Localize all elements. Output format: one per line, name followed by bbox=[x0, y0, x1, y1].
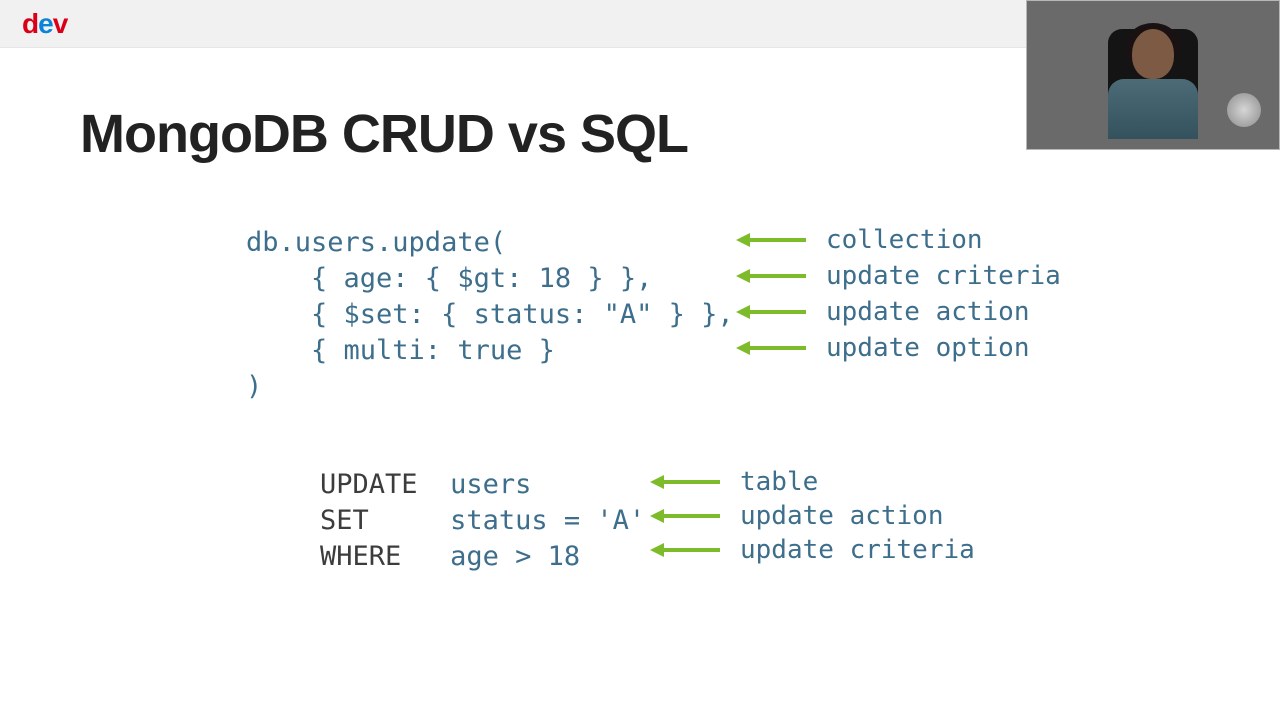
annotation-collection: collection bbox=[736, 222, 983, 258]
logo-letter-e: e bbox=[38, 8, 53, 39]
sql-value-where: age > 18 bbox=[450, 541, 580, 572]
sql-keyword-where: WHERE bbox=[320, 541, 401, 572]
annotation-update-criteria: update criteria bbox=[736, 258, 1061, 294]
sql-code-block: UPDATE users SET status = 'A' WHERE age … bbox=[320, 467, 1280, 575]
logo-letter-d: d bbox=[22, 8, 38, 39]
arrow-left-icon bbox=[736, 339, 808, 357]
annotation-update-option: update option bbox=[736, 330, 1030, 366]
sql-keyword-update: UPDATE bbox=[320, 469, 418, 500]
annotation-table: table bbox=[650, 464, 818, 500]
arrow-left-icon bbox=[736, 267, 808, 285]
logo-letter-v: v bbox=[53, 8, 68, 39]
sql-keyword-set: SET bbox=[320, 505, 369, 536]
dev-logo: dev bbox=[22, 8, 67, 40]
annotation-update-action: update action bbox=[736, 294, 1030, 330]
arrow-left-icon bbox=[650, 541, 722, 559]
annotation-label: table bbox=[740, 464, 818, 500]
annotation-label: update action bbox=[740, 498, 944, 534]
annotation-sql-update-criteria: update criteria bbox=[650, 532, 975, 568]
arrow-left-icon bbox=[736, 303, 808, 321]
slide-title: MongoDB CRUD vs SQL bbox=[80, 103, 1280, 165]
sql-value-table: users bbox=[450, 469, 531, 500]
annotation-label: collection bbox=[826, 222, 983, 258]
annotation-sql-update-action: update action bbox=[650, 498, 944, 534]
annotation-label: update criteria bbox=[740, 532, 975, 568]
sql-value-set: status = 'A' bbox=[450, 505, 645, 536]
mongo-line-5: ) bbox=[246, 369, 1280, 405]
arrow-left-icon bbox=[650, 473, 722, 491]
slide: MongoDB CRUD vs SQL db.users.update( { a… bbox=[0, 48, 1280, 575]
annotation-label: update option bbox=[826, 330, 1030, 366]
mongodb-code-block: db.users.update( { age: { $gt: 18 } }, {… bbox=[246, 225, 1280, 405]
arrow-left-icon bbox=[650, 507, 722, 525]
annotation-label: update criteria bbox=[826, 258, 1061, 294]
annotation-label: update action bbox=[826, 294, 1030, 330]
arrow-left-icon bbox=[736, 231, 808, 249]
